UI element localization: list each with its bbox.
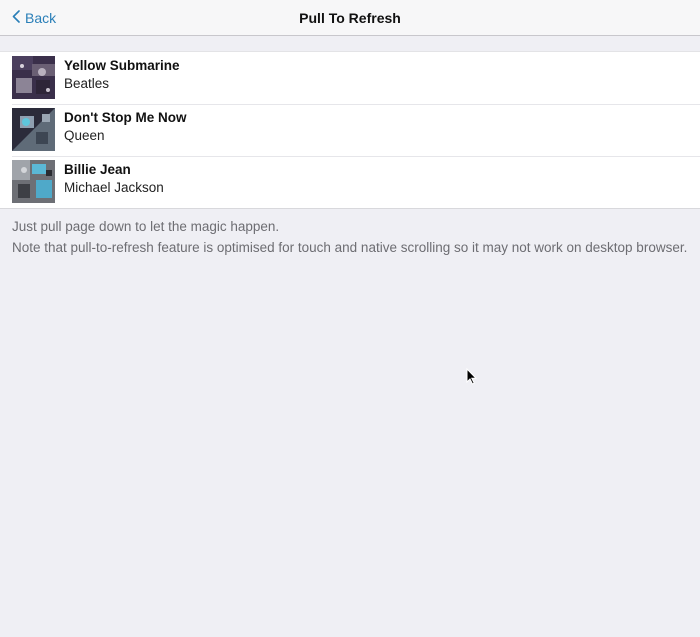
song-artist: Queen	[64, 128, 105, 143]
info-text: Just pull page down to let the magic hap…	[12, 217, 692, 258]
song-artist: Michael Jackson	[64, 180, 164, 195]
note-line-1: Just pull page down to let the magic hap…	[12, 219, 280, 234]
list-item[interactable]: Don't Stop Me Now Queen	[0, 104, 700, 156]
note-line-2: Note that pull-to-refresh feature is opt…	[12, 239, 688, 255]
page-title: Pull To Refresh	[299, 10, 401, 26]
list-item[interactable]: Billie Jean Michael Jackson	[0, 156, 700, 208]
song-title: Billie Jean	[64, 162, 131, 177]
navbar: Back Pull To Refresh	[0, 0, 700, 36]
album-art-icon	[12, 56, 55, 99]
mouse-pointer-icon	[466, 367, 478, 390]
song-artist: Beatles	[64, 76, 110, 91]
song-title: Yellow Submarine	[64, 58, 180, 73]
song-list: Yellow Submarine Beatles Don't Stop Me N…	[0, 51, 700, 209]
album-art-icon	[12, 108, 55, 151]
list-item[interactable]: Yellow Submarine Beatles	[0, 52, 700, 104]
album-art-icon	[12, 160, 55, 203]
song-title: Don't Stop Me Now	[64, 110, 187, 125]
